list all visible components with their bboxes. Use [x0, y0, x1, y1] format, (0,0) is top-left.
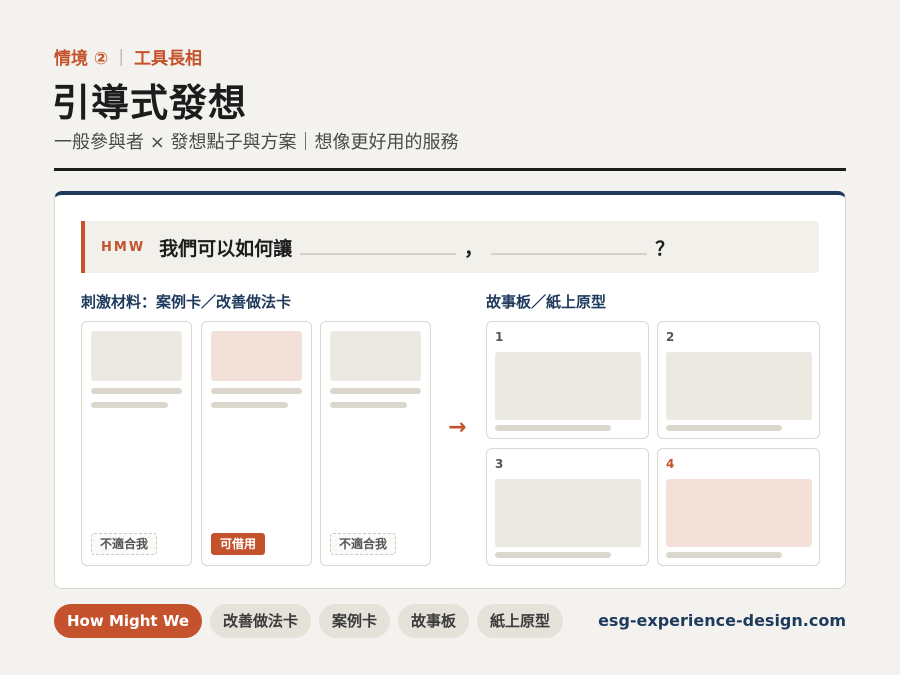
storyboard-panel-4: 4 [657, 448, 820, 566]
hmw-blank-2 [491, 253, 648, 255]
page-subtitle: 一般參與者 × 發想點子與方案｜想像更好用的服務 [54, 132, 459, 153]
site-url: esg-experience-design.com [598, 611, 846, 630]
arrow-right-icon: → [448, 415, 467, 440]
materials-label: 刺激材料：案例卡／改善做法卡 [81, 293, 292, 311]
panel-frame [666, 479, 812, 547]
material-card-1: 不適合我 [81, 321, 192, 566]
tag-list: How Might We 改善做法卡 案例卡 故事板 紙上原型 [54, 604, 564, 638]
storyboard-panel-1: 1 [486, 321, 649, 439]
eyebrow-separator: | [118, 46, 125, 67]
text-placeholder-line [666, 425, 782, 431]
hmw-tag: HMW [101, 239, 146, 255]
tool-card: HMW 我們可以如何讓 ， ？ 刺激材料：案例卡／改善做法卡 不適合我 可借用 … [54, 191, 846, 589]
material-card-image [91, 331, 182, 381]
text-placeholder-line [666, 552, 782, 558]
hmw-comma: ， [464, 237, 484, 260]
storyboard-panel-3: 3 [486, 448, 649, 566]
text-placeholder-line [495, 552, 611, 558]
material-card-image [211, 331, 302, 381]
panel-number: 4 [666, 457, 675, 471]
text-placeholder-line [91, 388, 182, 394]
text-placeholder-line [495, 425, 611, 431]
tag-pill: 改善做法卡 [210, 604, 312, 638]
hmw-prompt-bar: HMW 我們可以如何讓 ， ？ [81, 221, 819, 273]
material-badge: 可借用 [211, 533, 266, 555]
eyebrow: 情境 ② | 工具長相 [54, 44, 203, 70]
text-placeholder-line [211, 402, 288, 408]
header-divider [54, 168, 846, 171]
hmw-prefix: 我們可以如何讓 [159, 237, 293, 260]
page-title: 引導式發想 [52, 81, 248, 125]
tag-pill: 故事板 [398, 604, 470, 638]
tag-pill: 紙上原型 [477, 604, 564, 638]
panel-frame [495, 352, 641, 420]
hmw-question-mark: ？ [655, 237, 675, 260]
storyboard-label: 故事板／紙上原型 [486, 293, 607, 311]
panel-number: 3 [495, 457, 504, 471]
hmw-blank-1 [300, 253, 457, 255]
panel-number: 1 [495, 330, 504, 344]
scenario-label: 情境 ② [54, 49, 109, 69]
material-card-3: 不適合我 [320, 321, 431, 566]
text-placeholder-line [211, 388, 302, 394]
material-badge: 不適合我 [91, 533, 158, 555]
text-placeholder-line [330, 388, 421, 394]
tag-pill: How Might We [54, 604, 202, 638]
text-placeholder-line [330, 402, 407, 408]
text-placeholder-line [91, 402, 168, 408]
panel-number: 2 [666, 330, 675, 344]
storyboard-panel-2: 2 [657, 321, 820, 439]
tag-pill: 案例卡 [319, 604, 391, 638]
material-card-2: 可借用 [201, 321, 312, 566]
panel-frame [495, 479, 641, 547]
topic-label: 工具長相 [134, 49, 203, 69]
panel-frame [666, 352, 812, 420]
material-badge: 不適合我 [330, 533, 397, 555]
material-card-image [330, 331, 421, 381]
